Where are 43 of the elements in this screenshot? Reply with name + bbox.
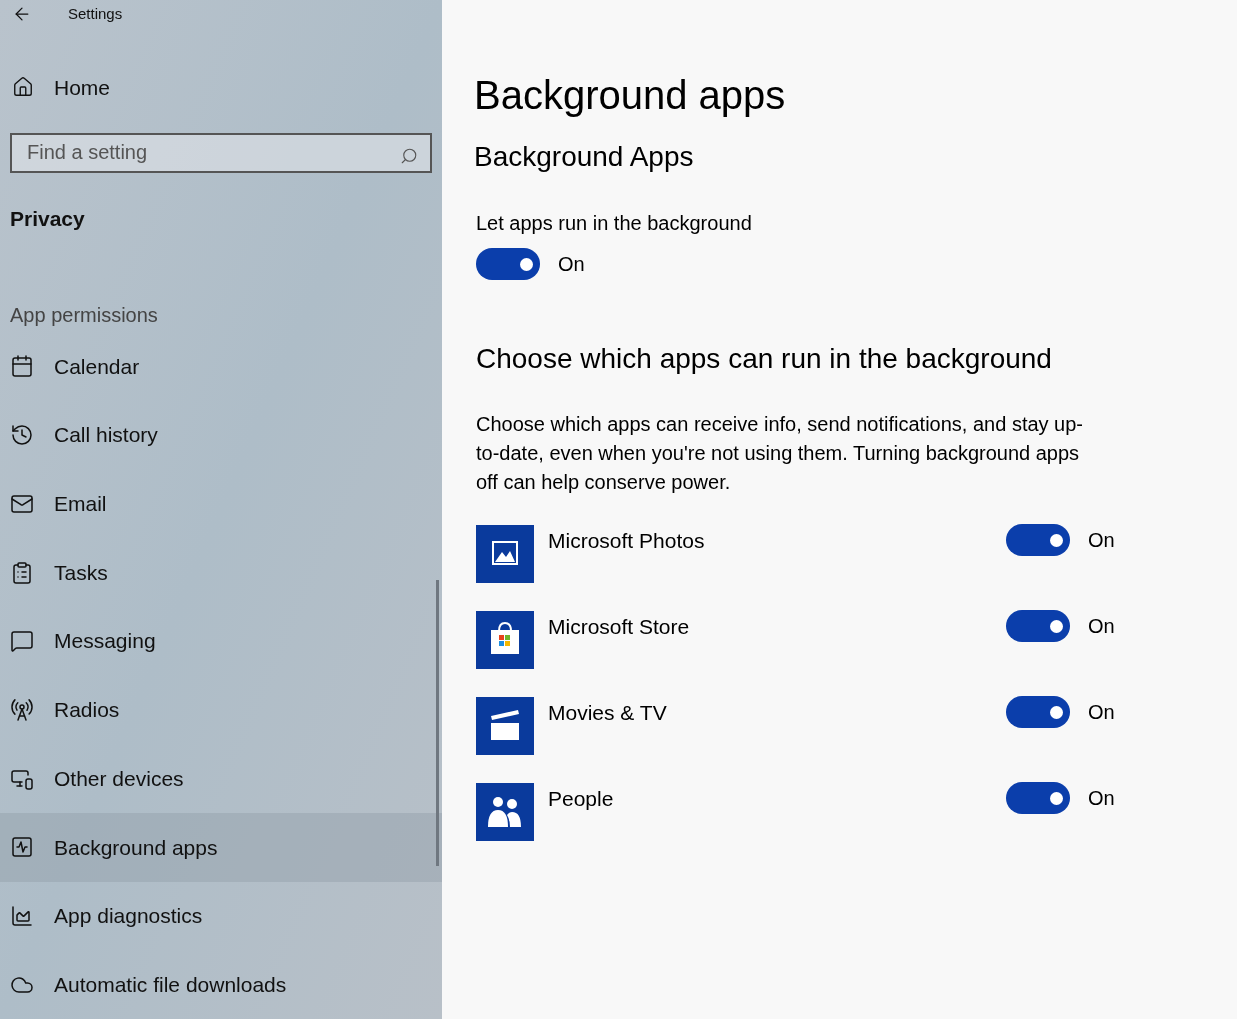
app-name: Microsoft Photos: [548, 528, 706, 554]
app-name: People: [548, 786, 615, 812]
section-title: Privacy: [9, 205, 86, 232]
sidebar-item[interactable]: Email: [0, 469, 442, 539]
area-chart-icon: [10, 903, 34, 928]
section-heading: Background Apps: [474, 140, 695, 174]
page-title: Background apps: [474, 72, 787, 119]
history-icon: [10, 423, 34, 448]
calendar-icon: [10, 354, 34, 379]
toggle-switch[interactable]: [1006, 524, 1070, 556]
toggle-state: On: [1088, 614, 1115, 639]
sidebar-item[interactable]: App diagnostics: [0, 881, 442, 951]
setting-label: Let apps run in the background: [476, 211, 753, 236]
sidebar-item[interactable]: Calendar: [0, 332, 442, 401]
app-name: Microsoft Store: [548, 614, 691, 640]
sidebar-item[interactable]: Background apps: [0, 812, 442, 882]
search-icon: [400, 147, 418, 166]
toggle-switch[interactable]: [476, 248, 540, 280]
toggle-switch[interactable]: [1006, 782, 1070, 814]
description-text: Choose which apps can receive info, send notifications, and stay up-to-date, even when you're not using them. Turning background apps off can help conserve power.: [476, 412, 1085, 495]
section-heading: Choose which apps can run in the background: [476, 342, 1053, 376]
toggle-state: On: [1088, 528, 1115, 553]
app-name: Movies & TV: [548, 700, 668, 726]
window-title: Settings: [68, 3, 123, 24]
toggle-switch[interactable]: [1006, 696, 1070, 728]
home-icon: [12, 76, 34, 99]
activity-icon: [10, 835, 34, 860]
group-label: App permissions: [9, 303, 159, 329]
sidebar-item[interactable]: Messaging: [0, 606, 442, 676]
toggle-state: On: [1088, 786, 1115, 811]
sidebar-item[interactable]: Automatic file downloads: [0, 950, 442, 1019]
sidebar-item[interactable]: Call history: [0, 400, 442, 470]
sidebar-item[interactable]: Other devices: [0, 744, 442, 813]
search-field[interactable]: Find a setting: [10, 133, 432, 173]
sidebar-item[interactable]: Tasks: [0, 538, 442, 607]
toggle-state: On: [558, 252, 585, 277]
home-item[interactable]: Home: [0, 71, 442, 104]
speech-bubble-icon: [10, 629, 34, 654]
sidebar-item[interactable]: Radios: [0, 675, 442, 745]
radio-tower-icon: [10, 697, 34, 722]
toggle-state: On: [1088, 700, 1115, 725]
toggle-switch[interactable]: [1006, 610, 1070, 642]
clipboard-icon: [10, 560, 34, 585]
